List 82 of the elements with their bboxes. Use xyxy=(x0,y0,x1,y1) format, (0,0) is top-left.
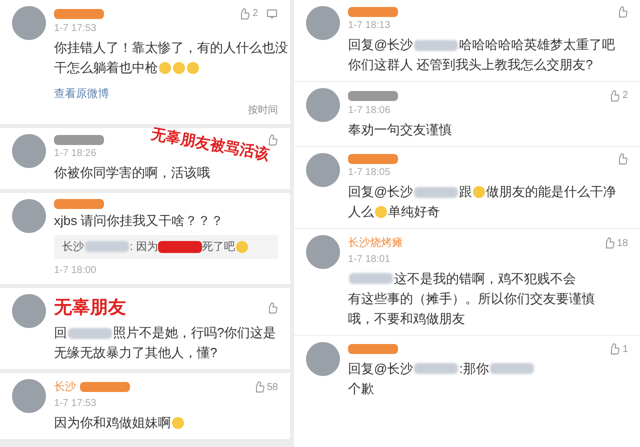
avatar xyxy=(12,6,46,40)
comment-text: xjbs 请问你挂我又干啥？？？ xyxy=(54,212,224,230)
emoji-icon xyxy=(473,186,486,198)
comment-text: 个歉 xyxy=(348,380,374,398)
blurred-text xyxy=(414,363,458,374)
avatar xyxy=(12,294,46,328)
user-name[interactable]: 长沙烧烤瘫 xyxy=(348,235,403,252)
user-name[interactable]: 长沙 xyxy=(54,379,76,396)
like-button[interactable]: 1 xyxy=(608,342,628,356)
timestamp: 1-7 17:53 xyxy=(54,22,96,36)
comment-text: 做朋友的能是什么干净 xyxy=(486,183,616,201)
timestamp: 1-7 18:05 xyxy=(348,166,390,180)
comment-text: 照片不是她，行吗?你们这是 xyxy=(113,324,276,342)
avatar xyxy=(306,235,340,269)
like-button[interactable]: 2 xyxy=(608,88,628,103)
thumbs-up-icon xyxy=(608,343,620,355)
thumbs-up-icon xyxy=(266,302,278,314)
comment-text: 回复@长沙 xyxy=(348,36,414,54)
comment-text: 哦，不要和鸡做朋友 xyxy=(348,310,465,328)
avatar xyxy=(12,134,46,168)
comment-text: 奉劝一句交友谨慎 xyxy=(348,121,452,139)
comment-text: 你挂错人了！靠太惨了，有的人什么也没 xyxy=(54,39,288,57)
comment-text: :那你 xyxy=(459,360,489,378)
thumbs-up-icon xyxy=(616,6,628,18)
blurred-text xyxy=(490,363,534,374)
comment-text: 你们这群人 还管到我头上教我怎么交朋友? xyxy=(348,56,593,74)
like-button[interactable]: 2 xyxy=(238,6,258,21)
like-button[interactable] xyxy=(616,153,628,165)
comment-text: 长沙 xyxy=(62,240,84,254)
like-button[interactable] xyxy=(266,302,278,314)
like-button[interactable] xyxy=(616,6,628,18)
emoji-icon xyxy=(172,416,184,428)
timestamp: 1-7 18:00 xyxy=(54,264,96,278)
avatar xyxy=(306,6,340,40)
comment-text: 单纯好奇 xyxy=(388,203,440,221)
avatar xyxy=(12,198,46,232)
avatar xyxy=(306,153,340,187)
blurred-text xyxy=(68,328,112,338)
comment-text: 因为你和鸡做姐妹啊 xyxy=(54,414,171,432)
emoji-icon xyxy=(236,240,248,253)
blurred-text xyxy=(414,40,458,50)
comment-text: 你被你同学害的啊，活该哦 xyxy=(54,164,210,182)
emoji-icon xyxy=(159,62,171,74)
view-original-link[interactable]: 查看原微博 xyxy=(54,86,109,102)
comment-text: 回复@长沙 xyxy=(348,360,414,378)
like-button[interactable]: 18 xyxy=(602,236,628,251)
timestamp: 1-7 17:53 xyxy=(54,396,96,410)
like-button[interactable]: 58 xyxy=(252,380,278,395)
thumbs-up-icon xyxy=(608,90,620,102)
emoji-icon xyxy=(173,62,185,74)
comment-text: 干怎么躺着也中枪 xyxy=(54,59,158,77)
timestamp: 1-7 18:13 xyxy=(348,19,390,33)
sort-button[interactable]: 按时间 xyxy=(248,102,278,118)
comment-text: 回 xyxy=(54,324,67,342)
comment-text: 死了吧 xyxy=(202,240,236,254)
comment-text: : 因为 xyxy=(130,240,158,254)
emoji-icon xyxy=(375,206,387,218)
annotation-text: 无辜朋友被骂活该 xyxy=(148,124,272,165)
emoji-icon xyxy=(187,62,199,74)
timestamp: 1-7 18:06 xyxy=(348,104,390,118)
thumbs-up-icon xyxy=(266,134,278,146)
comment-text: 哈哈哈哈哈英雄梦太重了吧 xyxy=(459,36,616,54)
comment-icon[interactable] xyxy=(266,8,278,20)
blurred-text xyxy=(85,241,129,252)
avatar xyxy=(12,379,46,413)
comment-text: 人么 xyxy=(348,203,374,221)
blurred-text xyxy=(414,186,458,198)
avatar xyxy=(306,88,340,122)
timestamp: 1-7 18:26 xyxy=(54,146,96,160)
thumbs-up-icon xyxy=(616,153,628,165)
annotation-title: 无辜朋友 xyxy=(54,296,126,319)
comment-text: 这不是我的错啊，鸡不犯贱不会 xyxy=(394,270,576,288)
comment-text: 无缘无故暴力了其他人，懂? xyxy=(54,344,218,362)
comment-text: 有这些事的（摊手）。所以你们交友要谨慎 xyxy=(348,290,595,308)
redaction-mark xyxy=(158,240,202,253)
blurred-text xyxy=(349,273,393,284)
comment-text: 回复@长沙 xyxy=(348,183,414,201)
like-button[interactable] xyxy=(266,134,278,146)
thumbs-up-icon xyxy=(238,8,250,20)
timestamp: 1-7 18:01 xyxy=(348,252,390,266)
avatar xyxy=(306,342,340,376)
comment-text: 跟 xyxy=(459,183,472,201)
